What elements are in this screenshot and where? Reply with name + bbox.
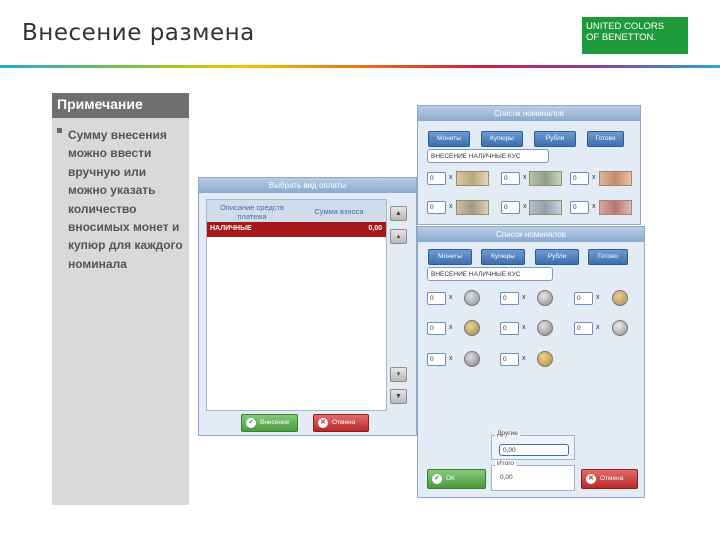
- logo-line-2: OF BENETTON.: [586, 32, 657, 43]
- total-label: Итого: [495, 460, 517, 467]
- page-up-button[interactable]: ▴: [390, 229, 407, 244]
- banknote-icon: [456, 200, 489, 215]
- color-divider: [0, 65, 720, 68]
- multiply-sign: x: [592, 174, 596, 181]
- banknote-icon: [529, 171, 562, 186]
- page-down-button[interactable]: ▾: [390, 367, 407, 382]
- banknote-qty-input[interactable]: 0: [501, 201, 520, 214]
- multiply-sign: x: [449, 203, 453, 210]
- coin-qty-input[interactable]: 0: [574, 292, 593, 305]
- coin-window-title: Список номиналов: [418, 227, 644, 242]
- coin-icon: [612, 290, 628, 306]
- multiply-sign: x: [522, 355, 526, 362]
- benetton-logo: UNITED COLORS OF BENETTON.: [582, 17, 688, 54]
- add-payment-label: Внесение: [260, 419, 290, 426]
- logo-line-1: UNITED COLORS: [586, 21, 665, 32]
- multiply-sign: x: [449, 324, 453, 331]
- payment-row-value: 0,00: [368, 225, 382, 232]
- slide-title: Внесение размена: [22, 20, 255, 46]
- cross-icon: ✕: [318, 418, 328, 428]
- multiply-sign: x: [596, 294, 600, 301]
- cancel-coins-button[interactable]: ✕ Отмена: [581, 469, 638, 489]
- other-amount-label: Другие: [495, 430, 520, 437]
- payment-list-header: Описание средств платежа Сумма взноса: [207, 200, 386, 222]
- tab-notes[interactable]: Купюры: [481, 249, 525, 265]
- coin-qty-input[interactable]: 0: [574, 322, 593, 335]
- coin-icon: [537, 290, 553, 306]
- tab-done[interactable]: Готово: [588, 249, 628, 265]
- payment-row-name: НАЛИЧНЫЕ: [210, 225, 252, 232]
- column-amount[interactable]: Сумма взноса: [299, 207, 379, 216]
- multiply-sign: x: [596, 324, 600, 331]
- multiply-sign: x: [522, 324, 526, 331]
- column-method[interactable]: Описание средств платежа: [213, 203, 291, 221]
- ok-label: ОК: [446, 475, 455, 482]
- cancel-payment-label: Отмена: [332, 419, 356, 426]
- bullet-icon: [57, 128, 62, 133]
- multiply-sign: x: [449, 355, 453, 362]
- multiply-sign: x: [592, 203, 596, 210]
- cross-icon: ✕: [586, 474, 596, 484]
- check-icon: ✓: [432, 474, 442, 484]
- banknote-icon: [456, 171, 489, 186]
- total-value: 0,00: [500, 474, 513, 481]
- banknote-operation-field[interactable]: ВНЕСЕНИЕ НАЛИЧНЫЕ КУС: [427, 149, 549, 163]
- multiply-sign: x: [449, 294, 453, 301]
- coin-qty-input[interactable]: 0: [427, 292, 446, 305]
- multiply-sign: x: [523, 203, 527, 210]
- banknote-icon: [599, 171, 632, 186]
- scroll-up-button[interactable]: ▲: [390, 206, 407, 221]
- total-group: Итого 0,00: [491, 460, 575, 491]
- banknote-icon: [529, 200, 562, 215]
- cancel-payment-button[interactable]: ✕ Отмена: [313, 414, 369, 432]
- tab-done[interactable]: Готово: [587, 131, 624, 147]
- multiply-sign: x: [523, 174, 527, 181]
- banknote-window: Список номиналов Монеты Купюры Рубли Гот…: [417, 105, 641, 225]
- coin-icon: [612, 320, 628, 336]
- other-amount-input[interactable]: 0,00: [499, 444, 569, 456]
- ok-button[interactable]: ✓ ОК: [427, 469, 486, 489]
- tab-coins[interactable]: Монеты: [428, 131, 470, 147]
- payment-window-title: Выбрать вид оплаты: [199, 178, 416, 193]
- tab-coins[interactable]: Монеты: [428, 249, 472, 265]
- coin-qty-input[interactable]: 0: [427, 353, 446, 366]
- banknote-qty-input[interactable]: 0: [427, 172, 446, 185]
- note-body: Сумму внесения можно ввести вручную или …: [52, 118, 189, 273]
- banknote-window-title: Список номиналов: [418, 106, 640, 121]
- multiply-sign: x: [522, 294, 526, 301]
- coin-icon: [464, 320, 480, 336]
- coin-icon: [537, 320, 553, 336]
- coin-icon: [464, 290, 480, 306]
- coin-operation-field[interactable]: ВНЕСЕНИЕ НАЛИЧНЫЕ КУС: [427, 267, 553, 281]
- payment-window: Выбрать вид оплаты Описание средств плат…: [198, 177, 417, 436]
- coin-icon: [537, 351, 553, 367]
- note-heading: Примечание: [52, 93, 189, 118]
- banknote-qty-input[interactable]: 0: [570, 201, 589, 214]
- tab-rubles[interactable]: Рубли: [534, 131, 576, 147]
- multiply-sign: x: [449, 174, 453, 181]
- coin-window: Список номиналов Монеты Купюры Рубли Гот…: [417, 226, 645, 498]
- banknote-qty-input[interactable]: 0: [427, 201, 446, 214]
- banknote-qty-input[interactable]: 0: [570, 172, 589, 185]
- scroll-down-button[interactable]: ▼: [390, 389, 407, 404]
- coin-qty-input[interactable]: 0: [500, 353, 519, 366]
- check-icon: ✓: [246, 418, 256, 428]
- note-text: Сумму внесения можно ввести вручную или …: [68, 128, 183, 271]
- banknote-qty-input[interactable]: 0: [501, 172, 520, 185]
- payment-list: Описание средств платежа Сумма взноса НА…: [206, 199, 387, 411]
- coin-icon: [464, 351, 480, 367]
- coin-qty-input[interactable]: 0: [500, 322, 519, 335]
- payment-row-cash[interactable]: НАЛИЧНЫЕ 0,00: [207, 222, 386, 237]
- tab-notes[interactable]: Купюры: [481, 131, 523, 147]
- note-panel: Примечание Сумму внесения можно ввести в…: [52, 93, 189, 505]
- coin-qty-input[interactable]: 0: [427, 322, 446, 335]
- tab-rubles[interactable]: Рубли: [535, 249, 579, 265]
- banknote-icon: [599, 200, 632, 215]
- cancel-coins-label: Отмена: [600, 475, 624, 482]
- other-amount-group: Другие 0,00: [491, 430, 575, 460]
- coin-qty-input[interactable]: 0: [500, 292, 519, 305]
- add-payment-button[interactable]: ✓ Внесение: [241, 414, 298, 432]
